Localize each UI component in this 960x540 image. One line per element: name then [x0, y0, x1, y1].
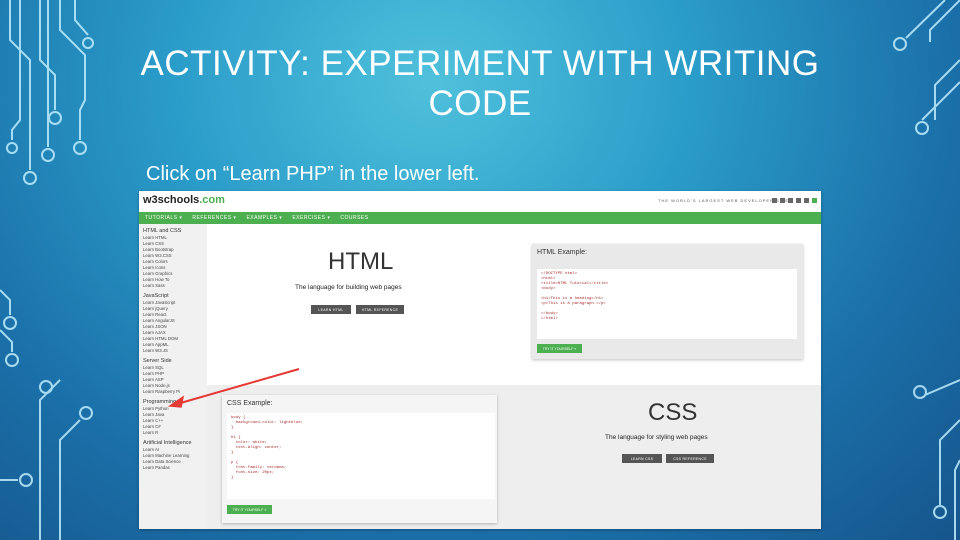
- learn-css-button[interactable]: LEARN CSS: [622, 454, 662, 463]
- html-example-card: HTML Example: <!DOCTYPE html> <html> <titl…: [532, 244, 803, 359]
- website-screenshot: w3schools.com THE WORLD'S LARGEST WEB DE…: [139, 191, 821, 529]
- palette-icon[interactable]: [780, 198, 785, 203]
- code-line: </html>: [541, 317, 558, 321]
- site-header: w3schools.com THE WORLD'S LARGEST WEB DE…: [139, 191, 821, 212]
- site-nav: TUTORIALS ▾ REFERENCES ▾ EXAMPLES ▾ EXER…: [139, 212, 821, 224]
- css-code-block: body { background-color: lightblue;} h1 …: [227, 413, 495, 499]
- learn-html-button[interactable]: LEARN HTML: [311, 305, 351, 314]
- css-reference-button[interactable]: CSS REFERENCE: [666, 454, 714, 463]
- sidebar-heading: HTML and CSS: [143, 228, 182, 234]
- menu-icon[interactable]: [772, 198, 777, 203]
- css-try-button[interactable]: TRY IT YOURSELF »: [227, 505, 272, 514]
- slide-title: ACTIVITY: EXPERIMENT WITH WRITING CODE: [140, 44, 820, 123]
- html-description: The language for building web pages: [295, 284, 402, 291]
- code-line: }: [231, 476, 234, 480]
- css-description: The language for styling web pages: [605, 434, 708, 441]
- nav-tutorials[interactable]: TUTORIALS ▾: [145, 215, 182, 221]
- sidebar-heading: Server Side: [143, 358, 172, 364]
- sidebar-heading: JavaScript: [143, 293, 169, 299]
- sidebar-heading: Artificial Intelligence: [143, 440, 192, 446]
- css-section: CSS Example: body { background-color: li…: [207, 385, 821, 529]
- css-example-card: CSS Example: body { background-color: li…: [222, 395, 497, 523]
- html-example-title: HTML Example:: [537, 249, 587, 256]
- sidebar-link[interactable]: Learn Raspberry Pi: [143, 389, 207, 395]
- search-icon[interactable]: [804, 198, 809, 203]
- site-sidebar: HTML and CSS Learn HTML Learn CSS Learn Boo…: [139, 224, 207, 529]
- nav-references[interactable]: REFERENCES ▾: [192, 215, 236, 221]
- moon-icon[interactable]: [788, 198, 793, 203]
- sidebar-link[interactable]: Learn R: [143, 430, 207, 436]
- site-logo[interactable]: w3schools.com: [143, 194, 225, 206]
- header-icons: [772, 198, 817, 203]
- css-heading: CSS: [648, 399, 698, 426]
- html-reference-button[interactable]: HTML REFERENCE: [356, 305, 404, 314]
- nav-courses[interactable]: COURSES: [340, 215, 368, 221]
- sidebar-link[interactable]: Learn Sass: [143, 283, 207, 289]
- user-icon[interactable]: [812, 198, 817, 203]
- sidebar-heading: Programming: [143, 399, 177, 405]
- nav-examples[interactable]: EXAMPLES ▾: [246, 215, 282, 221]
- html-heading: HTML: [328, 248, 394, 275]
- html-code-block: <!DOCTYPE html> <html> <title>HTML Tutoria…: [537, 269, 797, 339]
- html-section: HTML The language for building web pages…: [207, 224, 821, 385]
- globe-icon[interactable]: [796, 198, 801, 203]
- slide-instruction: Click on “Learn PHP” in the lower left.: [146, 163, 480, 185]
- nav-exercises[interactable]: EXERCISES ▾: [292, 215, 330, 221]
- css-example-title: CSS Example:: [227, 400, 273, 407]
- html-try-button[interactable]: TRY IT YOURSELF »: [537, 344, 582, 353]
- sidebar-link[interactable]: Learn W3.JS: [143, 348, 207, 354]
- site-tagline: THE WORLD'S LARGEST WEB DEVELOPER SITE: [658, 198, 789, 203]
- sidebar-link[interactable]: Learn Pandas: [143, 465, 207, 471]
